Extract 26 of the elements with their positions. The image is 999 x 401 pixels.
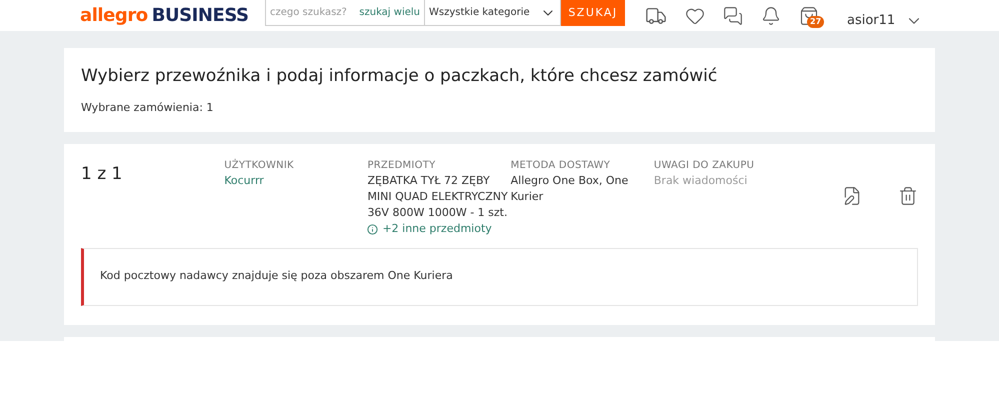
- column-label: UWAGI DO ZAKUPU: [654, 159, 756, 173]
- column-value: ZĘBATKA TYŁ 72 ZĘBY MINI QUAD ELEKTRYCZNY 36V 800W 1000W - 1 szt.: [367, 173, 509, 221]
- username[interactable]: asior11: [847, 10, 896, 30]
- alert-message: Kod pocztowy nadawcy znajduje się poza obszarem One Kuriera: [100, 268, 453, 284]
- user-link[interactable]: Kocurrr: [224, 173, 368, 189]
- bell-icon[interactable]: [761, 6, 781, 26]
- column-label: PRZEDMIOTY: [367, 159, 436, 173]
- search-field[interactable]: czego szukasz?: [270, 5, 347, 20]
- chat-icon[interactable]: [723, 6, 743, 26]
- column-label: METODA DOSTAWY: [510, 159, 612, 173]
- bag-icon[interactable]: [799, 6, 819, 26]
- search-many-link[interactable]: szukaj wielu: [359, 5, 420, 20]
- cart-badge: 27: [807, 16, 824, 28]
- column-value: Brak wiadomości: [654, 173, 748, 189]
- delete-icon[interactable]: [898, 186, 918, 206]
- page-title: Wybierz przewoźnika i podaj informacje o paczkach, które chcesz zamówić: [81, 65, 718, 88]
- search-button[interactable]: SZUKAJ: [561, 0, 625, 26]
- order-counter: 1 z 1: [81, 163, 124, 186]
- selected-orders: Wybrane zamówienia: 1: [81, 100, 214, 116]
- column-value: Allegro One Box, One Kurier: [510, 173, 630, 205]
- heart-icon[interactable]: [685, 6, 705, 26]
- column-label: UŻYTKOWNIK: [224, 158, 295, 173]
- more-items-link[interactable]: +2 inne przedmioty: [382, 221, 492, 238]
- logo-text: allegro: [80, 6, 148, 24]
- logo-text: BUSINESS: [152, 6, 249, 24]
- info-icon: [367, 224, 378, 235]
